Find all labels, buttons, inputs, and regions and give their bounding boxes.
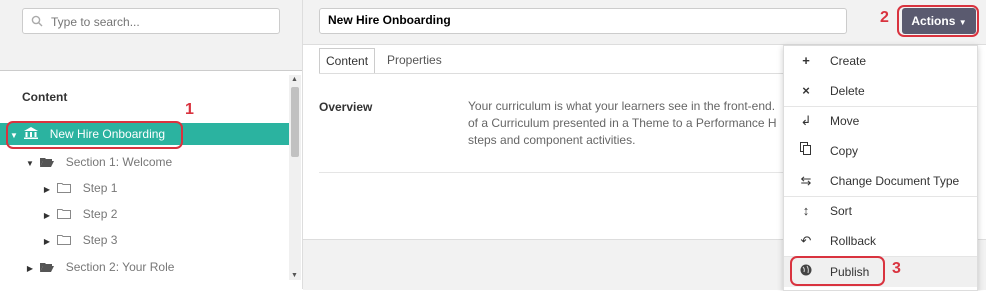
tree-item-section-2[interactable]: ▶ Section 2: Your Role [0,256,175,280]
scroll-up-icon[interactable]: ▲ [291,76,298,83]
caret-right-icon[interactable]: ▶ [42,231,52,253]
divider [319,172,799,173]
annotation-box-1 [6,121,183,149]
tree-item-step-1[interactable]: ▶ Step 1 [0,177,117,199]
menu-item-rollback[interactable]: ↶ Rollback [784,226,977,256]
menu-item-label: Create [830,54,867,68]
document-name-field[interactable]: New Hire Onboarding [319,8,847,34]
caret-right-icon[interactable]: ▶ [25,258,35,280]
overview-label: Overview [319,100,373,114]
search-box[interactable] [22,8,280,34]
annotation-number-1: 1 [185,101,194,118]
close-icon: × [802,83,810,98]
tree-item-label: Step 2 [82,207,118,221]
tree-item-section-1[interactable]: ▼ Section 1: Welcome [0,151,172,173]
annotation-number-3: 3 [892,260,901,277]
move-icon: ↲ [800,113,812,128]
overview-line-2: of a Curriculum presented in a Theme to … [468,116,777,130]
folder-icon [57,183,72,193]
menu-item-move[interactable]: ↲ Move [784,106,977,136]
menu-item-label: Copy [830,144,859,158]
caret-down-icon[interactable]: ▼ [25,153,35,175]
scroll-thumb[interactable] [291,87,299,157]
search-input[interactable] [49,12,273,32]
overview-text: Your curriculum is what your learners se… [468,98,798,149]
copy-icon [798,136,814,166]
overview-line-1: Your curriculum is what your learners se… [468,99,776,113]
menu-item-change-document-type[interactable]: ⇆ Change Document Type [784,166,977,196]
menu-item-label: Move [830,114,860,128]
tree-item-label: Section 1: Welcome [65,155,173,169]
scroll-down-icon[interactable]: ▼ [291,272,298,279]
folder-icon [57,209,72,219]
tree-toolbar [0,0,302,71]
menu-item-label: Sort [830,204,853,218]
folder-icon [57,235,72,245]
swap-icon: ⇆ [800,173,812,188]
sort-icon: ↕ [802,203,810,218]
actions-menu: + Create × Delete ↲ Move Copy ⇆ Change D… [783,45,978,291]
menu-item-copy[interactable]: Copy [784,136,977,166]
folder-open-icon [40,158,55,167]
annotation-box-2 [897,5,979,37]
annotation-box-3 [790,256,885,286]
menu-item-label: Rollback [830,234,877,248]
undo-icon: ↶ [800,233,812,248]
menu-item-create[interactable]: + Create [784,46,977,76]
tree-title: Content [22,90,68,104]
menu-item-label: Change Document Type [830,174,960,188]
tree-item-step-2[interactable]: ▶ Step 2 [0,203,117,225]
tab-properties[interactable]: Properties [381,48,448,72]
overview-line-3: steps and component activities. [468,133,636,147]
tree-item-label: Section 2: Your Role [65,260,175,274]
folder-open-icon [40,263,55,272]
tree-item-label: Step 3 [82,233,118,247]
menu-item-sort[interactable]: ↕ Sort [784,196,977,226]
search-icon [31,15,43,27]
menu-item-delete[interactable]: × Delete [784,76,977,106]
menu-item-label: Delete [830,84,865,98]
annotation-number-2: 2 [880,9,889,26]
tree-item-label: Step 1 [82,181,118,195]
caret-right-icon[interactable]: ▶ [42,179,52,201]
tab-content[interactable]: Content [319,48,376,74]
plus-icon: + [802,53,810,68]
caret-right-icon[interactable]: ▶ [42,205,52,227]
tree-item-step-3[interactable]: ▶ Step 3 [0,229,117,251]
tree-scrollbar[interactable]: ▲ ▼ [289,75,301,280]
